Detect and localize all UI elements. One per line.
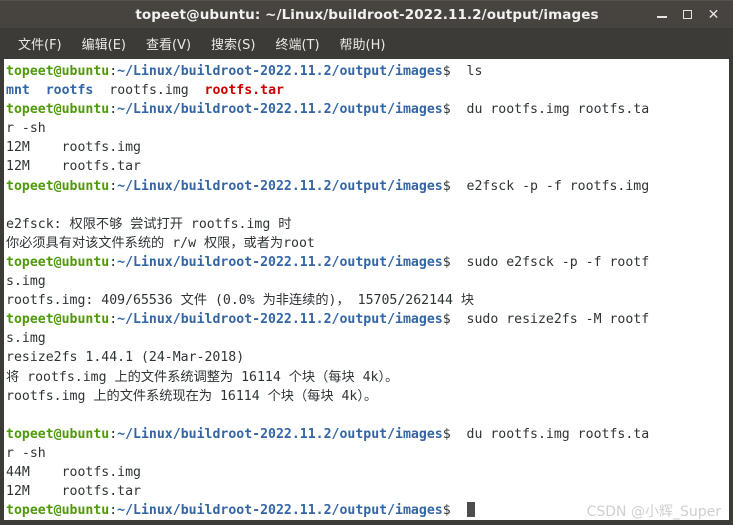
terminal-prompt-line: topeet@ubuntu:~/Linux/buildroot-2022.11.… [6, 177, 729, 196]
terminal-output[interactable]: topeet@ubuntu:~/Linux/buildroot-2022.11.… [4, 59, 729, 521]
prompt-symbol: $ [442, 64, 459, 79]
window-title: topeet@ubuntu: ~/Linux/buildroot-2022.11… [135, 6, 599, 23]
prompt-user: topeet@ubuntu [6, 102, 110, 118]
output-text: 将 rootfs.img 上的文件系统调整为 16114 个块（每块 4k）。 [6, 369, 399, 385]
prompt-path: ~/Linux/buildroot-2022.11.2/output/image… [117, 312, 443, 328]
terminal-cursor [466, 502, 475, 518]
terminal-window: topeet@ubuntu: ~/Linux/buildroot-2022.11… [0, 0, 733, 525]
close-icon: ✕ [707, 6, 720, 23]
terminal-output-line: 12M rootfs.tar [6, 482, 729, 501]
prompt-path: ~/Linux/buildroot-2022.11.2/output/image… [117, 64, 443, 79]
menu-item-help[interactable]: 帮助(H) [330, 31, 396, 56]
prompt-path: ~/Linux/buildroot-2022.11.2/output/image… [117, 254, 443, 270]
menu-item-search[interactable]: 搜索(S) [201, 31, 265, 56]
terminal-output-line: 44M rootfs.img [6, 463, 729, 482]
terminal-output-line: rootfs.img: 409/65536 文件 (0.0% 为非连续的)， 1… [6, 291, 729, 310]
terminal-prompt-line: topeet@ubuntu:~/Linux/buildroot-2022.11.… [6, 62, 729, 81]
output-text: 44M rootfs.img [6, 464, 141, 480]
terminal-output-line: r -sh [6, 444, 729, 463]
terminal-command: du rootfs.img rootfs.ta [458, 426, 650, 442]
minimize-button[interactable] [654, 7, 669, 22]
terminal-output-line: 将 rootfs.img 上的文件系统调整为 16114 个块（每块 4k）。 [6, 368, 729, 387]
output-text: r -sh [6, 121, 46, 137]
terminal-output-line: s.img [6, 272, 729, 291]
terminal-command: sudo resize2fs -M rootf [458, 312, 650, 328]
prompt-separator: : [109, 178, 118, 194]
terminal-prompt-line: topeet@ubuntu:~/Linux/buildroot-2022.11.… [6, 425, 729, 444]
menu-item-edit[interactable]: 编辑(E) [72, 31, 136, 56]
prompt-user: topeet@ubuntu [6, 503, 110, 519]
prompt-symbol: $ [442, 426, 459, 442]
terminal-ls-output: mnt rootfs rootfs.img rootfs.tar [6, 81, 729, 100]
minimize-icon [656, 10, 667, 19]
terminal-command: du rootfs.img rootfs.ta [458, 102, 650, 118]
terminal-output-line: resize2fs 1.44.1 (24-Mar-2018) [6, 348, 729, 367]
maximize-button[interactable] [680, 7, 695, 22]
prompt-separator: : [109, 312, 118, 328]
prompt-symbol: $ [442, 312, 459, 328]
prompt-user: topeet@ubuntu [6, 178, 110, 194]
output-text: resize2fs 1.44.1 (24-Mar-2018) [6, 350, 245, 366]
window-controls: ✕ [654, 7, 733, 22]
terminal-output-line: 你必须具有对该文件系统的 r/w 权限，或者为root [6, 234, 729, 253]
terminal-output-line: rootfs.img 上的文件系统现在为 16114 个块（每块 4k）。 [6, 387, 729, 406]
prompt-symbol: $ [442, 503, 459, 519]
output-text: rootfs.img 上的文件系统现在为 16114 个块（每块 4k）。 [6, 388, 378, 404]
output-text: e2fsck: 权限不够 尝试打开 rootfs.img 时 [6, 216, 292, 232]
ls-entry-dir: mnt [6, 83, 30, 99]
output-text: s.img [6, 331, 46, 347]
menu-item-terminal[interactable]: 终端(T) [265, 31, 329, 56]
terminal-prompt-line: topeet@ubuntu:~/Linux/buildroot-2022.11.… [6, 253, 729, 272]
terminal-output-line: 12M rootfs.tar [6, 157, 729, 176]
prompt-separator: : [109, 254, 118, 270]
output-text: 12M rootfs.tar [6, 484, 141, 500]
terminal-command: e2fsck -p -f rootfs.img [458, 178, 650, 194]
prompt-user: topeet@ubuntu [6, 312, 110, 328]
close-button[interactable]: ✕ [706, 7, 721, 22]
ls-entry-file: rootfs.img [109, 83, 189, 99]
output-text: r -sh [6, 445, 46, 461]
output-text: rootfs.img: 409/65536 文件 (0.0% 为非连续的)， 1… [6, 293, 475, 309]
terminal-output-line: 12M rootfs.img [6, 138, 729, 157]
menu-item-file[interactable]: 文件(F) [8, 31, 72, 56]
prompt-separator: : [109, 503, 118, 519]
ls-entry-archive: rootfs.tar [204, 83, 284, 99]
prompt-user: topeet@ubuntu [6, 426, 110, 442]
prompt-symbol: $ [442, 178, 459, 194]
menu-item-view[interactable]: 查看(V) [136, 31, 201, 56]
prompt-symbol: $ [442, 102, 459, 118]
prompt-path: ~/Linux/buildroot-2022.11.2/output/image… [117, 503, 443, 519]
prompt-user: topeet@ubuntu [6, 254, 110, 270]
output-text: 12M rootfs.tar [6, 159, 141, 175]
output-text: 你必须具有对该文件系统的 r/w 权限，或者为root [6, 235, 315, 251]
terminal-output-line: s.img [6, 329, 729, 348]
titlebar: topeet@ubuntu: ~/Linux/buildroot-2022.11… [0, 0, 733, 28]
prompt-path: ~/Linux/buildroot-2022.11.2/output/image… [117, 102, 443, 118]
terminal-command: sudo e2fsck -p -f rootf [458, 254, 650, 270]
output-text: 12M rootfs.img [6, 140, 141, 156]
terminal-command: ls [458, 64, 483, 79]
terminal-command [459, 503, 467, 518]
terminal-prompt-line: topeet@ubuntu:~/Linux/buildroot-2022.11.… [6, 501, 729, 520]
prompt-separator: : [109, 64, 118, 79]
prompt-separator: : [109, 102, 118, 118]
terminal-output-line: e2fsck: 权限不够 尝试打开 rootfs.img 时 [6, 215, 729, 234]
terminal-prompt-line: topeet@ubuntu:~/Linux/buildroot-2022.11.… [6, 100, 729, 119]
prompt-user: topeet@ubuntu [6, 64, 110, 79]
prompt-path: ~/Linux/buildroot-2022.11.2/output/image… [117, 426, 443, 442]
prompt-separator: : [109, 426, 118, 442]
terminal-area: topeet@ubuntu:~/Linux/buildroot-2022.11.… [0, 59, 733, 525]
terminal-output-line: r -sh [6, 119, 729, 138]
prompt-symbol: $ [442, 254, 459, 270]
output-text: s.img [6, 274, 46, 290]
maximize-icon [683, 10, 692, 19]
terminal-prompt-line: topeet@ubuntu:~/Linux/buildroot-2022.11.… [6, 310, 729, 329]
prompt-path: ~/Linux/buildroot-2022.11.2/output/image… [117, 178, 443, 194]
menubar: 文件(F) 编辑(E) 查看(V) 搜索(S) 终端(T) 帮助(H) [0, 28, 733, 59]
ls-entry-dir: rootfs [45, 83, 94, 99]
